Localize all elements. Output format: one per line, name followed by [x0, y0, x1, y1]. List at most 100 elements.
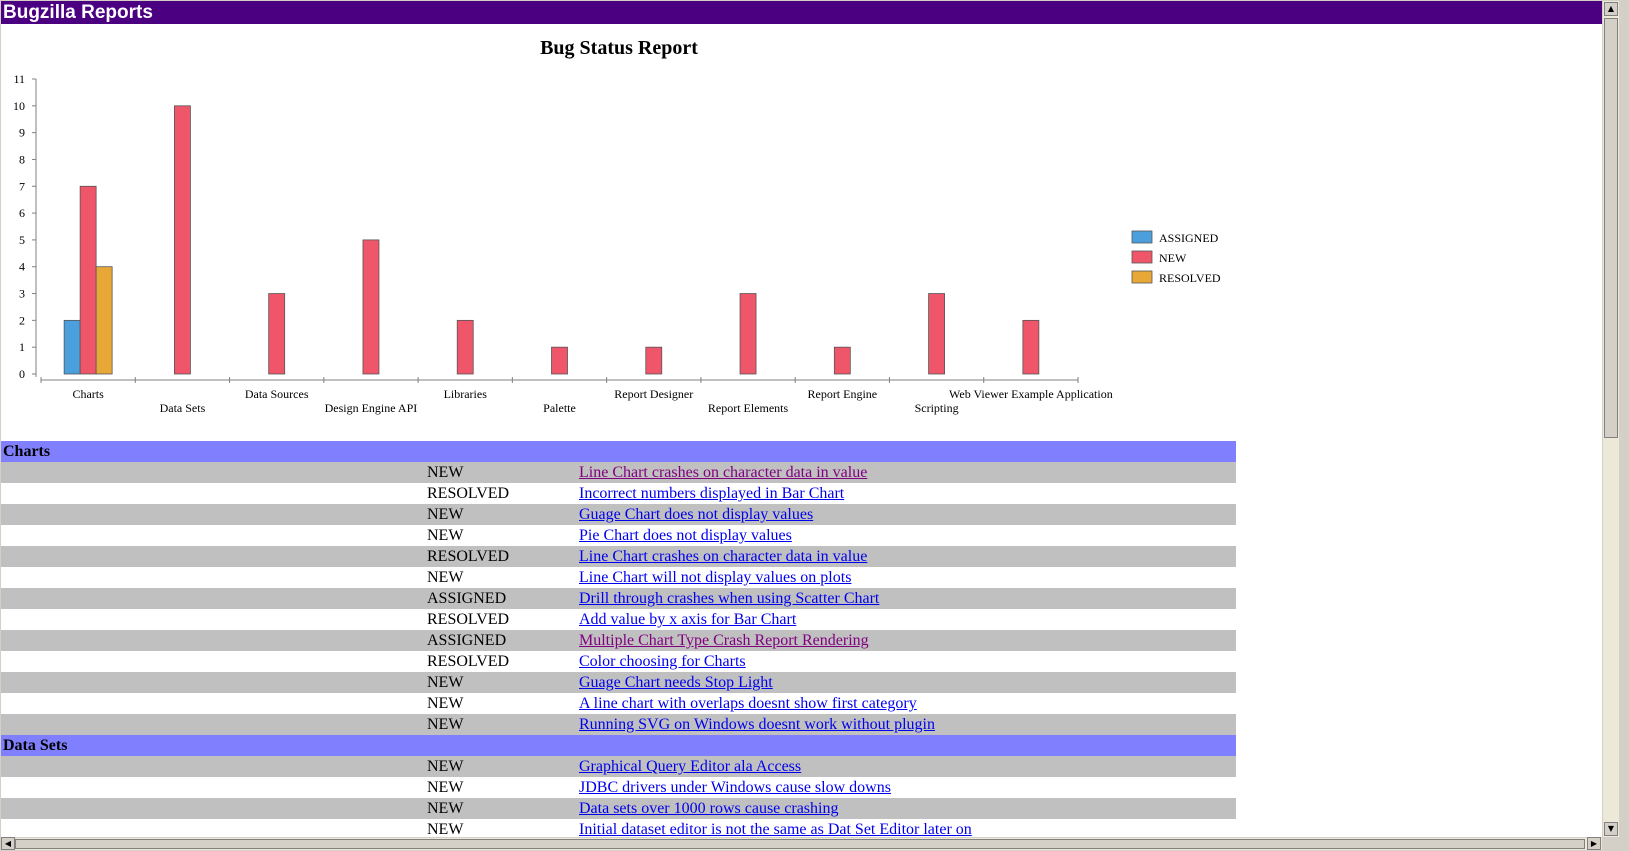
vertical-scroll-thumb[interactable]: [1604, 18, 1618, 438]
table-row: ASSIGNED Drill through crashes when using…: [1, 588, 1236, 609]
table-row: NEW Guage Chart does not display values: [1, 504, 1236, 525]
table-row: NEW Line Chart crashes on character data …: [1, 462, 1236, 483]
scroll-up-icon[interactable]: ▲: [1604, 2, 1618, 16]
x-tick-label: Data Sets: [160, 401, 206, 415]
bug-title-link[interactable]: Line Chart crashes on character data in …: [579, 462, 867, 483]
report-viewport: Bugzilla Reports Bug Status Report 0 1 2 3 4 5…: [1, 1, 1602, 837]
y-tick-label: 9: [19, 126, 25, 140]
bar-resolved-charts: [95, 266, 113, 375]
legend-swatch-resolved: [1131, 270, 1153, 284]
y-tick-label: 5: [19, 233, 25, 247]
bug-title-link[interactable]: Pie Chart does not display values: [579, 525, 792, 546]
table-row: NEW Running SVG on Windows doesnt work wi…: [1, 714, 1236, 735]
y-tick-label: 4: [19, 260, 25, 274]
x-tick-label: Palette: [543, 401, 576, 415]
chart-svg: Bug Status Report 0 1 2 3 4 5 6 7 8 9 10 11 Charts Dat…: [13, 37, 1221, 415]
scroll-left-icon[interactable]: ◀: [1, 837, 15, 850]
browser-window: Bugzilla Reports Bug Status Report 0 1 2 3 4 5…: [0, 0, 1629, 851]
bug-status: NEW: [427, 464, 464, 481]
bug-status-chart: Bug Status Report 0 1 2 3 4 5 6 7 8 9 10 11 Charts Dat…: [1, 24, 1236, 438]
report-table: Charts NEW Line Chart crashes on character…: [1, 441, 1236, 837]
bug-title-link[interactable]: Graphical Query Editor ala Access: [579, 756, 801, 777]
bar-new-report-elements: [739, 293, 757, 375]
table-row: RESOLVED Incorrect numbers displayed in B…: [1, 483, 1236, 504]
bug-title-link[interactable]: Line Chart crashes on character data in …: [579, 546, 867, 567]
bar-new-scripting: [928, 293, 945, 375]
bar-new-libraries: [456, 319, 474, 375]
table-row: NEW A line chart with overlaps doesnt sho…: [1, 693, 1236, 714]
bar-new-report-engine: [833, 346, 851, 375]
y-tick-label: 2: [19, 313, 25, 327]
bug-title-link[interactable]: Drill through crashes when using Scatter…: [579, 588, 879, 609]
scroll-down-icon[interactable]: ▼: [1604, 822, 1618, 836]
table-row: NEW Graphical Query Editor ala Access: [1, 756, 1236, 777]
x-tick-label: Scripting: [915, 401, 959, 415]
x-tick-label: Data Sources: [245, 387, 309, 401]
bug-status: NEW: [427, 695, 464, 712]
bug-status: NEW: [427, 758, 464, 775]
bug-status: RESOLVED: [427, 611, 510, 628]
bug-title-link[interactable]: Initial dataset editor is not the same a…: [579, 819, 972, 837]
table-row: RESOLVED Add value by x axis for Bar Char…: [1, 609, 1236, 630]
x-tick-label: Libraries: [444, 387, 488, 401]
bar-new-design-engine-api: [362, 239, 380, 375]
legend-swatch-new: [1131, 250, 1153, 264]
chart-title: Bug Status Report: [540, 37, 698, 59]
table-row: RESOLVED Color choosing for Charts: [1, 651, 1236, 672]
x-tick-label: Report Designer: [614, 387, 693, 401]
bug-title-link[interactable]: Multiple Chart Type Crash Report Renderi…: [579, 630, 869, 651]
bug-status: NEW: [427, 779, 464, 796]
bug-title-link[interactable]: Add value by x axis for Bar Chart: [579, 609, 796, 630]
bug-status: NEW: [427, 674, 464, 691]
y-tick-label: 6: [19, 206, 25, 220]
bug-status: NEW: [427, 506, 464, 523]
y-tick-label: 0: [19, 367, 25, 381]
bug-status: RESOLVED: [427, 653, 510, 670]
legend-label-new: NEW: [1159, 251, 1187, 265]
scroll-right-icon[interactable]: ▶: [1587, 837, 1601, 850]
horizontal-scroll-thumb[interactable]: [15, 839, 1585, 849]
bug-status: ASSIGNED: [427, 590, 507, 607]
bug-status: ASSIGNED: [427, 632, 507, 649]
table-row: NEW Pie Chart does not display values: [1, 525, 1236, 546]
bug-status: NEW: [427, 716, 464, 733]
x-tick-label: Report Engine: [807, 387, 877, 401]
table-row: NEW Line Chart will not display values on…: [1, 567, 1236, 588]
table-row: NEW Initial dataset editor is not the sam…: [1, 819, 1236, 837]
bar-new-report-designer: [645, 346, 663, 375]
bug-title-link[interactable]: JDBC drivers under Windows cause slow do…: [579, 777, 891, 798]
bug-title-link[interactable]: Line Chart will not display values on pl…: [579, 567, 851, 588]
table-row: ASSIGNED Multiple Chart Type Crash Report…: [1, 630, 1236, 651]
x-tick-label: Report Elements: [708, 401, 789, 415]
bug-title-link[interactable]: Running SVG on Windows doesnt work witho…: [579, 714, 935, 735]
legend-label-assigned: ASSIGNED: [1159, 231, 1219, 245]
y-tick-label: 3: [19, 287, 25, 301]
bug-title-link[interactable]: A line chart with overlaps doesnt show f…: [579, 693, 917, 714]
x-tick-label: Web Viewer Example Application: [949, 387, 1113, 401]
bug-status: NEW: [427, 569, 464, 586]
bug-status: NEW: [427, 821, 464, 837]
bar-new-palette: [551, 346, 568, 375]
bar-new-data-sources: [268, 293, 286, 375]
table-row: NEW JDBC drivers under Windows cause slow…: [1, 777, 1236, 798]
bug-status: RESOLVED: [427, 485, 510, 502]
y-tick-label: 10: [13, 99, 25, 113]
vertical-scrollbar[interactable]: ▲ ▼: [1603, 1, 1619, 837]
y-tick-label: 8: [19, 152, 25, 166]
bug-title-link[interactable]: Guage Chart needs Stop Light: [579, 672, 773, 693]
bug-title-link[interactable]: Data sets over 1000 rows cause crashing: [579, 798, 838, 819]
bar-new-web-viewer-example-application: [1022, 319, 1040, 375]
y-tick-label: 1: [19, 340, 25, 354]
page-title: Bugzilla Reports: [1, 1, 1602, 24]
legend-swatch-assigned: [1131, 230, 1153, 244]
horizontal-scrollbar[interactable]: ◀ ▶: [1, 837, 1602, 850]
bar-assigned-charts: [63, 319, 81, 375]
table-row: RESOLVED Line Chart crashes on character …: [1, 546, 1236, 567]
legend-label-resolved: RESOLVED: [1159, 271, 1221, 285]
bug-title-link[interactable]: Color choosing for Charts: [579, 651, 746, 672]
bug-status: NEW: [427, 800, 464, 817]
table-row: NEW Data sets over 1000 rows cause crashi…: [1, 798, 1236, 819]
bug-title-link[interactable]: Guage Chart does not display values: [579, 504, 813, 525]
bar-new-data-sets: [174, 105, 191, 375]
bug-title-link[interactable]: Incorrect numbers displayed in Bar Chart: [579, 483, 844, 504]
